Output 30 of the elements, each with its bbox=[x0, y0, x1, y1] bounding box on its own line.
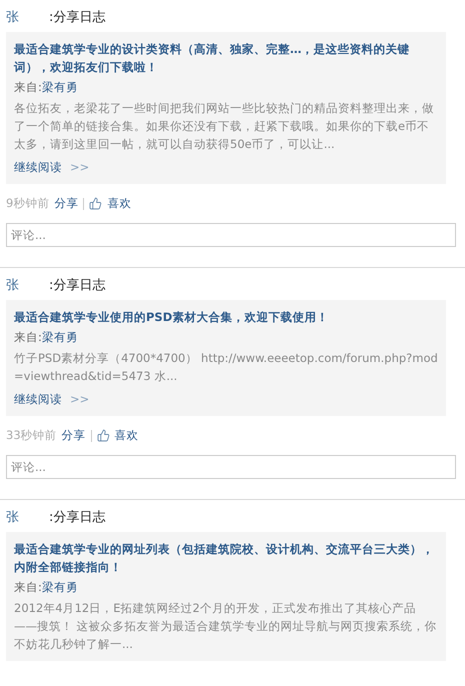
comment-field[interactable]: 评论... bbox=[6, 455, 456, 479]
comment-field[interactable]: 评论... bbox=[6, 223, 456, 247]
post-time: 9秒钟前 bbox=[6, 196, 50, 211]
source-link[interactable]: 梁有勇 bbox=[42, 79, 78, 96]
post-title[interactable]: 最适合建筑学专业的网址列表（包括建筑院校、设计机构、交流平台三大类），内附全部链接指向！ bbox=[14, 540, 438, 576]
share-link[interactable]: 分享 bbox=[54, 196, 78, 211]
author-name[interactable]: 张 bbox=[6, 508, 19, 526]
post-title[interactable]: 最适合建筑学专业的设计类资料（高清、独家、完整…，是这些资料的关键词），欢迎拓友们下载啦！ bbox=[14, 40, 438, 76]
source-label: 来自: bbox=[14, 579, 42, 596]
post-title[interactable]: 最适合建筑学专业使用的PSD素材大合集，欢迎下载使用！ bbox=[14, 308, 438, 326]
source-label: 来自: bbox=[14, 329, 42, 346]
author-name[interactable]: 张 bbox=[6, 276, 19, 294]
action-text: :分享日志 bbox=[49, 509, 106, 526]
action-text: :分享日志 bbox=[49, 9, 106, 26]
post-excerpt: 各位拓友，老梁花了一些时间把我们网站一些比较热门的精品资料整理出来，做了一个简单的链接合集。如果你还没有下载，赶紧下载哦。如果你的下载e币不太多，请到这里回一帖，就可以自动获得50e币了，可以让... bbox=[14, 100, 435, 153]
post-time: 33秒钟前 bbox=[6, 428, 57, 443]
share-link[interactable]: 分享 bbox=[62, 428, 86, 443]
source-label: 来自: bbox=[14, 79, 42, 96]
post-excerpt: 2012年4月12日，E拓建筑网经过2个月的开发，正式发布推出了其核心产品——搜筑！ 这被众多拓友誉为最适合建筑学专业的网址导航与网页搜索系统，你不妨花几秒钟了解一... bbox=[14, 600, 438, 653]
source-link[interactable]: 梁有勇 bbox=[42, 329, 78, 346]
read-more-link[interactable]: 继续阅读 bbox=[14, 158, 62, 176]
like-link[interactable]: 喜欢 bbox=[107, 196, 132, 211]
thumbs-up-icon[interactable] bbox=[89, 197, 102, 210]
action-text: :分享日志 bbox=[49, 277, 106, 294]
like-link[interactable]: 喜欢 bbox=[114, 428, 139, 443]
author-name[interactable]: 张 bbox=[6, 8, 19, 26]
read-more-link[interactable]: 继续阅读 bbox=[14, 390, 62, 408]
post-excerpt: 竹子PSD素材分享（4700*4700） http://www.eeeetop.com/forum.php?mod=viewthread&tid=5473 水... bbox=[14, 350, 438, 385]
thumbs-up-icon[interactable] bbox=[96, 429, 110, 442]
source-link[interactable]: 梁有勇 bbox=[42, 579, 78, 596]
